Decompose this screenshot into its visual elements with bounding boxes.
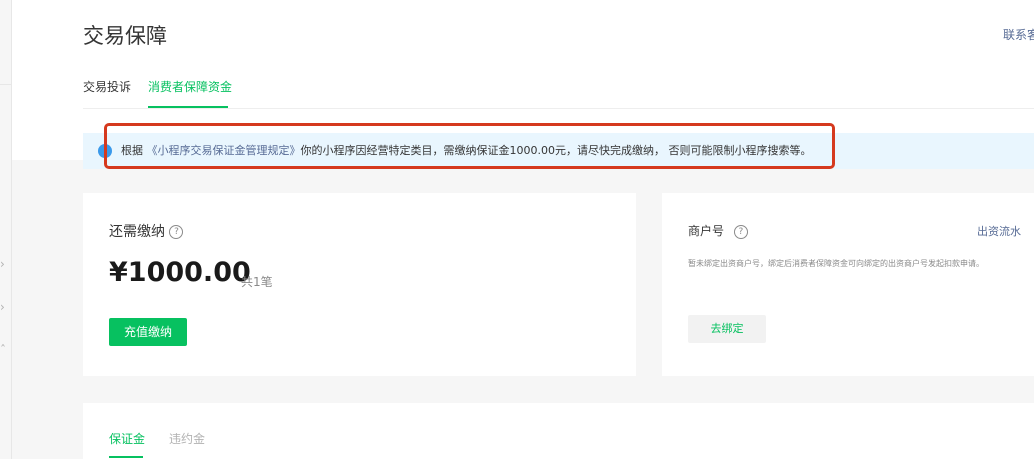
chevron-up-icon[interactable]: ˆ	[0, 344, 6, 356]
merchant-card: 商户号 ? 出资流水 暂未绑定出资商户号，绑定后消费者保障资金可向绑定的出资商户…	[662, 193, 1034, 376]
sidebar-divider	[0, 84, 11, 85]
left-sidebar: › › ˆ	[0, 0, 12, 459]
highlight-annotation-box	[104, 123, 835, 169]
tab-complaints[interactable]: 交易投诉	[83, 78, 131, 95]
tab-deposit[interactable]: 保证金	[109, 430, 145, 447]
question-circle-icon[interactable]: ?	[169, 225, 184, 239]
merchant-heading: 商户号 ?	[688, 222, 748, 239]
merchant-label: 商户号	[688, 224, 725, 238]
chevron-right-icon[interactable]: ›	[0, 258, 5, 270]
deposit-tabs-card: 保证金 违约金	[83, 403, 1034, 459]
amount-due-label: 还需缴纳	[109, 224, 165, 240]
chevron-right-icon[interactable]: ›	[0, 301, 5, 313]
merchant-description: 暂未绑定出资商户号，绑定后消费者保障资金可向绑定的出资商户号发起扣款申请。	[688, 259, 984, 268]
fund-flow-link[interactable]: 出资流水	[977, 223, 1021, 239]
active-bottom-tab-indicator	[109, 456, 143, 458]
amount-due-count: 共1笔	[241, 275, 273, 289]
question-circle-icon[interactable]: ?	[733, 224, 748, 239]
tab-consumer-protection[interactable]: 消费者保障资金	[148, 78, 232, 95]
recharge-pay-button[interactable]: 充值缴纳	[109, 318, 187, 346]
amount-due-value: ¥1000.00	[109, 257, 251, 288]
bind-merchant-button[interactable]: 去绑定	[688, 315, 766, 343]
amount-due-card: 还需缴纳 ? ¥1000.00 共1笔 充值缴纳	[83, 193, 636, 376]
tabs-divider	[83, 108, 1034, 109]
amount-due-heading: 还需缴纳 ?	[109, 221, 184, 241]
tab-penalty[interactable]: 违约金	[169, 430, 205, 447]
contact-link[interactable]: 联系客	[1003, 26, 1034, 43]
page-title: 交易保障	[83, 24, 167, 48]
